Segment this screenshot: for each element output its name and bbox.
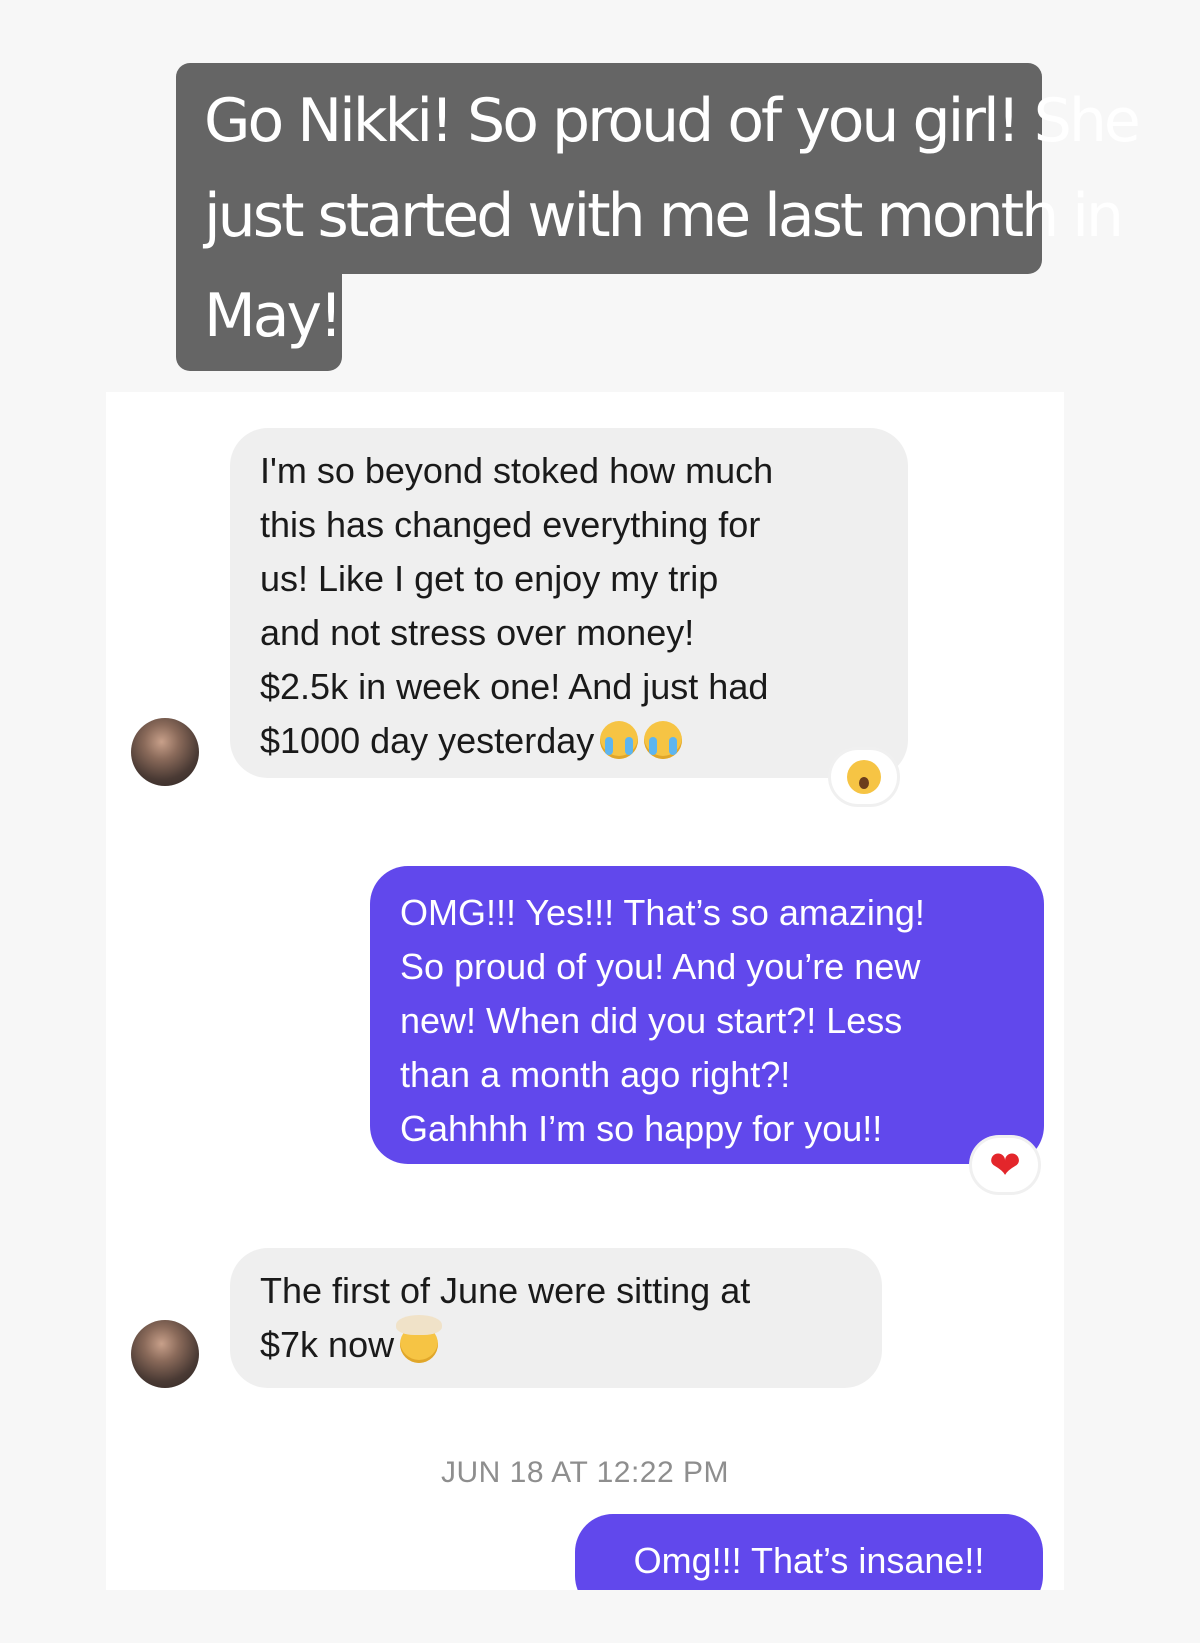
reaction-badge[interactable]: ❤ <box>972 1138 1038 1192</box>
message-line: than a month ago right?! <box>400 1054 791 1095</box>
message-line: new! When did you start?! Less <box>400 1000 903 1041</box>
message-line-with-emoji: $1000 day yesterday <box>260 714 878 768</box>
incoming-message-bubble[interactable]: I'm so beyond stoked how much this has c… <box>230 428 908 778</box>
message-line: Gahhhh I’m so happy for you!! <box>400 1108 883 1149</box>
message-line: $2.5k in week one! And just had <box>260 666 769 707</box>
chat-screenshot: I'm so beyond stoked how much this has c… <box>106 392 1064 1590</box>
caption-line-1: Go Nikki! So proud of you girl! She <box>176 63 1141 170</box>
message-line: Omg!!! That’s insane!! <box>633 1540 985 1581</box>
caption-line-2: just started with me last month in <box>176 170 1124 274</box>
message-line-with-emoji: $7k now <box>260 1315 852 1372</box>
message-line-text: $1000 day yesterday <box>260 720 595 761</box>
incoming-message-bubble[interactable]: The first of June were sitting at $7k no… <box>230 1248 882 1388</box>
exploding-head-icon <box>396 1315 443 1363</box>
message-line: So proud of you! And you’re new <box>400 946 921 987</box>
reaction-badge[interactable] <box>831 750 897 804</box>
contact-avatar[interactable] <box>131 718 199 786</box>
message-line-text: $7k now <box>260 1324 395 1365</box>
message-line: OMG!!! Yes!!! That’s so amazing! <box>400 892 925 933</box>
message-line: and not stress over money! <box>260 612 695 653</box>
astonished-face-icon <box>847 760 881 794</box>
outgoing-message-bubble[interactable]: Omg!!! That’s insane!! <box>575 1514 1043 1590</box>
timestamp: JUN 18 AT 12:22 PM <box>440 1456 730 1489</box>
contact-avatar[interactable] <box>131 1320 199 1388</box>
loudly-crying-face-icon <box>644 721 683 759</box>
message-line: this has changed everything for <box>260 504 761 545</box>
loudly-crying-face-icon <box>600 721 639 759</box>
outgoing-message-bubble[interactable]: OMG!!! Yes!!! That’s so amazing! So prou… <box>370 866 1044 1164</box>
message-line: I'm so beyond stoked how much <box>260 450 774 491</box>
heart-icon: ❤ <box>989 1143 1021 1187</box>
caption-line-3: May! <box>176 274 343 371</box>
message-line: The first of June were sitting at <box>260 1270 751 1311</box>
message-line: us! Like I get to enjoy my trip <box>260 558 719 599</box>
